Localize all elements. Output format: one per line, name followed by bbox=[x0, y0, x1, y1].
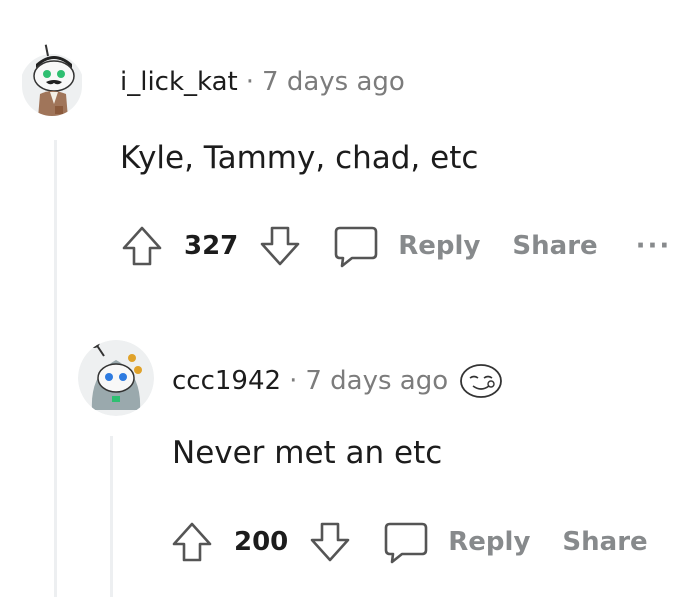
share-button[interactable]: Share bbox=[562, 527, 647, 557]
downvote-icon[interactable] bbox=[306, 518, 354, 566]
downvote-icon[interactable] bbox=[256, 222, 304, 270]
vote-score: 327 bbox=[184, 231, 239, 261]
username[interactable]: i_lick_kat bbox=[120, 67, 238, 97]
reply-bubble-icon[interactable] bbox=[330, 220, 382, 272]
thread-line[interactable] bbox=[54, 140, 57, 597]
avatar[interactable] bbox=[78, 340, 154, 416]
comment-actions: 327 Reply Share ··· bbox=[118, 220, 671, 272]
comment-meta: ccc1942 · 7 days ago bbox=[172, 362, 504, 400]
upvote-icon[interactable] bbox=[168, 518, 216, 566]
comment-body: Kyle, Tammy, chad, etc bbox=[120, 140, 479, 176]
reply-button[interactable]: Reply bbox=[448, 527, 530, 557]
meta-separator: · bbox=[289, 366, 298, 396]
timestamp[interactable]: 7 days ago bbox=[262, 67, 405, 97]
comment-actions: 200 Reply Share bbox=[168, 516, 648, 568]
reply-bubble-icon[interactable] bbox=[380, 516, 432, 568]
snoo-avatar-icon bbox=[78, 340, 154, 416]
more-options-icon[interactable]: ··· bbox=[636, 231, 672, 261]
thread-line[interactable] bbox=[110, 436, 113, 597]
comment-body: Never met an etc bbox=[172, 435, 443, 471]
meta-separator: · bbox=[245, 67, 255, 97]
reply-button[interactable]: Reply bbox=[398, 231, 480, 261]
username[interactable]: ccc1942 bbox=[172, 366, 281, 396]
avatar[interactable] bbox=[22, 44, 82, 116]
upvote-icon[interactable] bbox=[118, 222, 166, 270]
snoo-avatar-icon bbox=[22, 44, 82, 116]
timestamp[interactable]: 7 days ago bbox=[305, 366, 448, 396]
share-button[interactable]: Share bbox=[512, 231, 597, 261]
award-smiley-icon[interactable] bbox=[458, 362, 504, 400]
comment-meta: i_lick_kat · 7 days ago bbox=[120, 67, 405, 97]
vote-score: 200 bbox=[234, 527, 289, 557]
